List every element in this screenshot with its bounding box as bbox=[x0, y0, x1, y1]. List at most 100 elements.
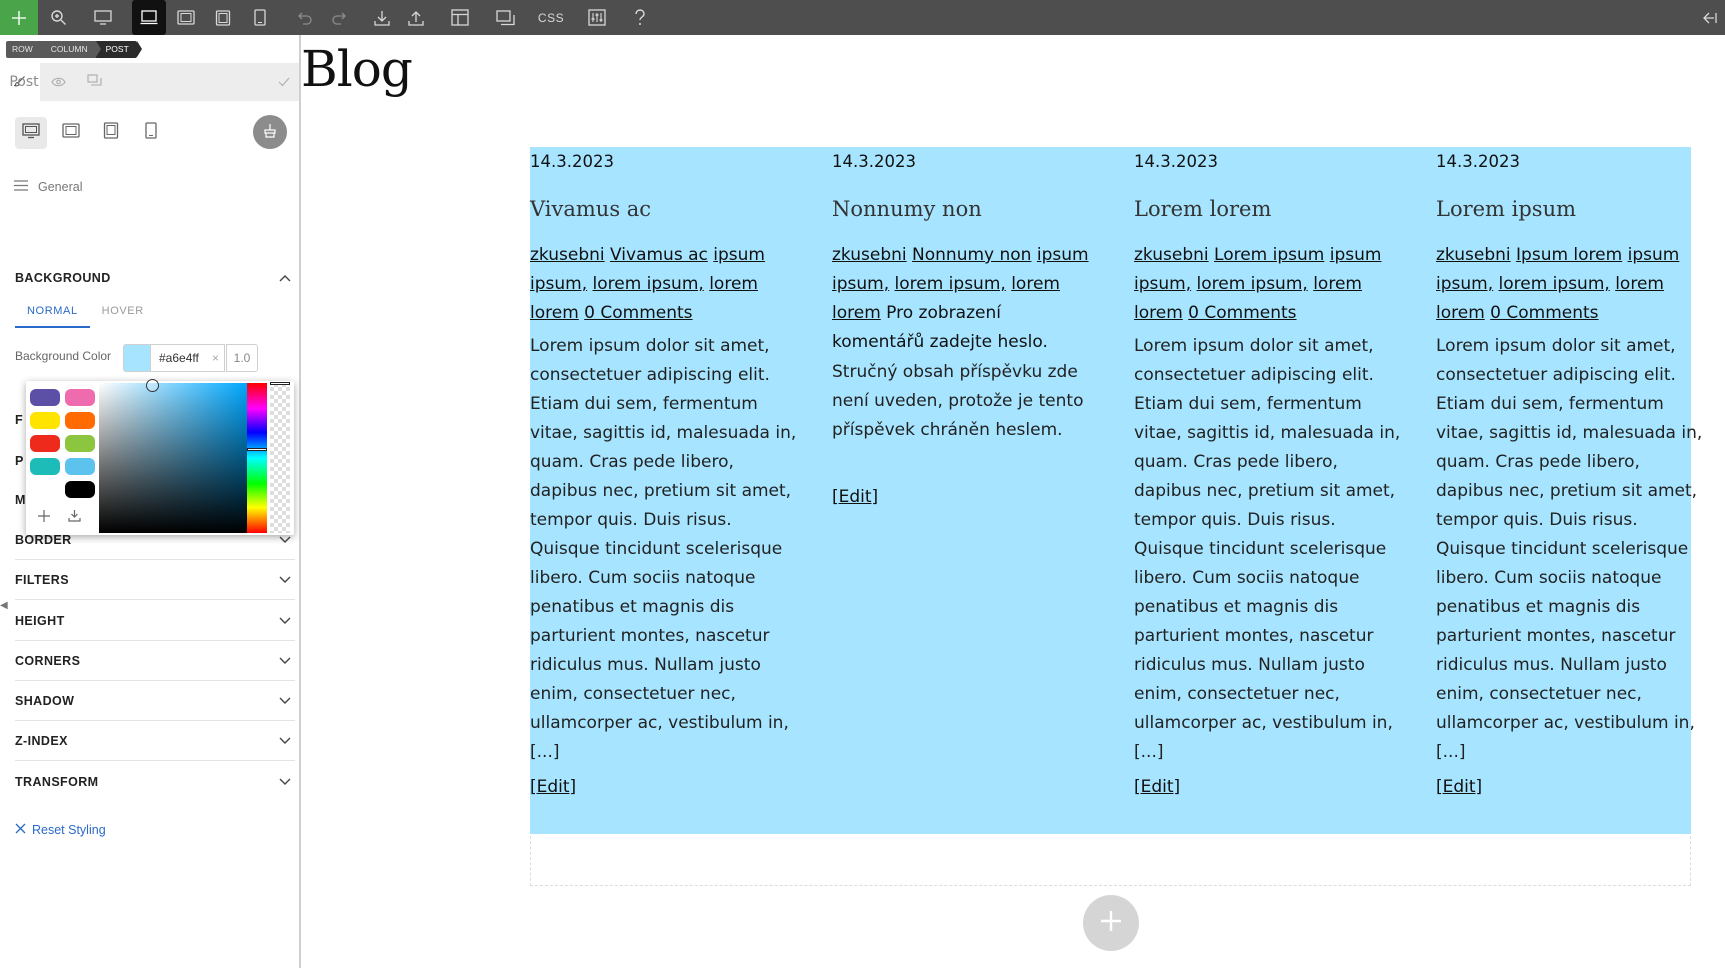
palette-swatch-light-blue[interactable] bbox=[65, 458, 95, 475]
breadcrumb-column[interactable]: COLUMN bbox=[40, 41, 101, 58]
hue-slider-handle[interactable] bbox=[247, 448, 267, 451]
palette-swatch-pink[interactable] bbox=[65, 389, 95, 406]
post-meta-link[interactable]: Vivamus ac bbox=[610, 245, 708, 265]
post-meta-link[interactable]: zkusebni bbox=[1436, 245, 1511, 265]
collapse-panel-handle[interactable]: ◀ bbox=[0, 591, 12, 619]
background-color-swatch[interactable] bbox=[123, 344, 151, 372]
post-meta-link[interactable]: lorem ipsum, bbox=[895, 274, 1006, 294]
device-tablet-portrait-button[interactable] bbox=[95, 117, 127, 149]
tablet-portrait-view-button[interactable] bbox=[211, 0, 235, 35]
post-meta-link[interactable]: Lorem ipsum bbox=[1214, 245, 1324, 265]
post-meta-link[interactable]: lorem bbox=[1615, 274, 1664, 294]
post-meta-link[interactable]: lorem bbox=[1011, 274, 1060, 294]
post-meta-link[interactable]: lorem ipsum, bbox=[1499, 274, 1610, 294]
background-color-hex-field[interactable]: #a6e4ff × bbox=[151, 344, 225, 372]
clear-color-icon[interactable]: × bbox=[212, 351, 219, 365]
palette-swatch-orange[interactable] bbox=[65, 412, 95, 429]
palette-swatch-green[interactable] bbox=[65, 435, 95, 452]
undo-button[interactable] bbox=[294, 0, 316, 35]
help-button[interactable] bbox=[629, 0, 651, 35]
row-drop-zone[interactable] bbox=[530, 836, 1691, 886]
import-button[interactable] bbox=[370, 0, 394, 35]
post-meta-link[interactable]: lorem bbox=[709, 274, 758, 294]
palette-swatch-teal[interactable] bbox=[30, 458, 60, 475]
alpha-slider-handle[interactable] bbox=[270, 382, 290, 385]
saturation-knob[interactable] bbox=[146, 379, 159, 392]
post-meta-link[interactable]: ipsum, bbox=[530, 274, 587, 294]
post-meta-link[interactable]: lorem bbox=[1313, 274, 1362, 294]
post-meta-link[interactable]: lorem bbox=[1134, 303, 1183, 323]
post-meta-link[interactable]: zkusebni bbox=[832, 245, 907, 265]
post-meta-link[interactable]: lorem bbox=[832, 303, 881, 323]
post-meta-link[interactable]: zkusebni bbox=[1134, 245, 1209, 265]
post-edit-link[interactable]: [Edit] bbox=[530, 777, 576, 797]
tab-post[interactable]: Post bbox=[0, 63, 48, 101]
hue-slider[interactable] bbox=[247, 383, 267, 533]
save-swatch-icon[interactable] bbox=[68, 509, 81, 526]
layout-button[interactable] bbox=[448, 0, 472, 35]
palette-swatch-white[interactable] bbox=[30, 481, 60, 498]
posts-container[interactable]: 14.3.2023 Vivamus ac zkusebni Vivamus ac i… bbox=[530, 147, 1702, 834]
shadow-section-header[interactable]: SHADOW bbox=[15, 681, 295, 721]
breadcrumb-row[interactable]: ROW bbox=[6, 41, 46, 58]
zoom-button[interactable] bbox=[46, 0, 70, 35]
post-meta-link[interactable]: lorem bbox=[1436, 303, 1485, 323]
device-tablet-landscape-button[interactable] bbox=[55, 117, 87, 149]
post-meta-link[interactable]: ipsum bbox=[1628, 245, 1680, 265]
post-meta-link[interactable]: ipsum, bbox=[1436, 274, 1493, 294]
post-title[interactable]: Vivamus ac bbox=[530, 197, 651, 221]
tablet-landscape-view-button[interactable] bbox=[174, 0, 198, 35]
exit-builder-button[interactable] bbox=[1698, 0, 1722, 35]
post-meta-link[interactable]: 0 Comments bbox=[1188, 303, 1296, 323]
post-meta-link[interactable]: ipsum, bbox=[832, 274, 889, 294]
post-meta-link[interactable]: lorem bbox=[530, 303, 579, 323]
post-title[interactable]: Lorem ipsum bbox=[1436, 197, 1576, 221]
window-button[interactable] bbox=[492, 0, 518, 35]
breadcrumb-post[interactable]: POST bbox=[95, 41, 142, 58]
background-opacity-field[interactable]: 1.0 bbox=[226, 344, 258, 372]
paint-format-button[interactable] bbox=[253, 115, 287, 149]
palette-swatch-red[interactable] bbox=[30, 435, 60, 452]
corners-section-header[interactable]: CORNERS bbox=[15, 641, 295, 681]
post-title[interactable]: Nonnumy non bbox=[832, 197, 982, 221]
device-mobile-button[interactable] bbox=[135, 117, 167, 149]
settings-button[interactable] bbox=[584, 0, 610, 35]
state-tab-normal[interactable]: NORMAL bbox=[15, 302, 90, 328]
post-title[interactable]: Lorem lorem bbox=[1134, 197, 1271, 221]
add-section-button[interactable] bbox=[1083, 895, 1139, 951]
state-tab-hover[interactable]: HOVER bbox=[90, 302, 156, 328]
alpha-slider[interactable] bbox=[270, 383, 290, 533]
general-menu[interactable]: General bbox=[14, 177, 82, 197]
export-button[interactable] bbox=[404, 0, 428, 35]
post-meta-link[interactable]: ipsum bbox=[713, 245, 765, 265]
css-button[interactable]: CSS bbox=[536, 0, 566, 35]
post-edit-link[interactable]: [Edit] bbox=[1436, 777, 1482, 797]
confirm-button[interactable] bbox=[269, 63, 299, 101]
post-meta-link[interactable]: ipsum, bbox=[1134, 274, 1191, 294]
desktop-view-button[interactable] bbox=[90, 0, 116, 35]
post-meta-link[interactable]: 0 Comments bbox=[1490, 303, 1598, 323]
post-meta-link[interactable]: lorem ipsum, bbox=[593, 274, 704, 294]
reset-styling-button[interactable]: Reset Styling bbox=[15, 823, 106, 837]
post-meta-link[interactable]: zkusebni bbox=[530, 245, 605, 265]
post-meta-link[interactable]: Nonnumy non bbox=[912, 245, 1031, 265]
post-meta-link[interactable]: ipsum bbox=[1037, 245, 1089, 265]
transform-section-header[interactable]: TRANSFORM bbox=[15, 762, 295, 802]
palette-swatch-purple[interactable] bbox=[30, 389, 60, 406]
add-swatch-icon[interactable] bbox=[38, 509, 50, 526]
mobile-view-button[interactable] bbox=[248, 0, 272, 35]
post-meta-link[interactable]: Ipsum lorem bbox=[1516, 245, 1622, 265]
post-edit-link[interactable]: [Edit] bbox=[1134, 777, 1180, 797]
height-section-header[interactable]: HEIGHT bbox=[15, 601, 295, 641]
background-section-header[interactable]: BACKGROUND bbox=[15, 259, 295, 297]
palette-swatch-yellow[interactable] bbox=[30, 412, 60, 429]
post-meta-link[interactable]: 0 Comments bbox=[584, 303, 692, 323]
redo-button[interactable] bbox=[328, 0, 350, 35]
palette-swatch-black[interactable] bbox=[65, 481, 95, 498]
add-element-button[interactable] bbox=[0, 0, 38, 35]
device-desktop-button[interactable] bbox=[15, 117, 47, 149]
post-meta-link[interactable]: lorem ipsum, bbox=[1197, 274, 1308, 294]
saturation-field[interactable] bbox=[99, 383, 247, 533]
post-meta-link[interactable]: ipsum bbox=[1330, 245, 1382, 265]
post-edit-link[interactable]: [Edit] bbox=[832, 487, 878, 507]
